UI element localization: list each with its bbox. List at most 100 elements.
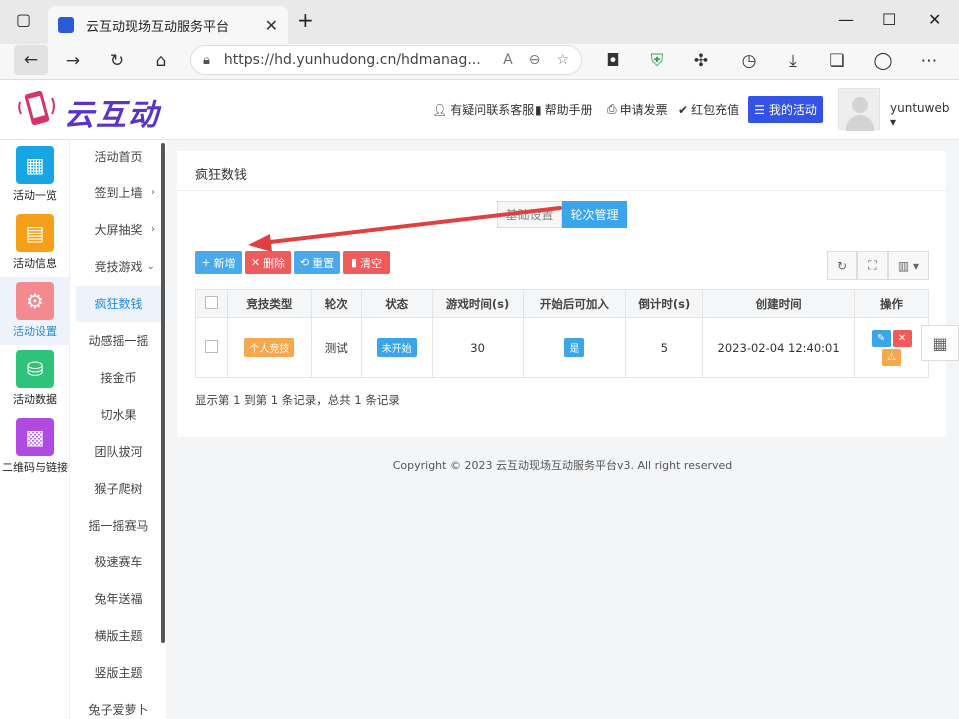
subnav-item[interactable]: 接金币 (76, 359, 161, 395)
refresh-icon: ↻ (836, 258, 848, 273)
username-dropdown[interactable]: yuntuweb ▾ (890, 101, 959, 129)
red-packet-link[interactable]: ✔ 红包充值 (678, 101, 739, 118)
sidebar-item-database[interactable]: ⛁ 活动数据 (0, 345, 70, 413)
subnav-item[interactable]: 极速赛车 (76, 544, 161, 580)
subnav-item[interactable]: 摇一摇赛马 (76, 507, 161, 543)
chevron-icon: › (151, 224, 155, 236)
subnav-item[interactable]: 竞技游戏 ⌄ (76, 249, 161, 285)
lock-icon: 🔒︎ (203, 52, 210, 68)
reset-button[interactable]: ⟲ 重置 (294, 251, 340, 274)
subnav-item[interactable]: 竖版主题 (76, 655, 161, 691)
subnav-item-label: 横版主题 (94, 629, 143, 644)
col-duration[interactable]: 游戏时间(s) (431, 289, 524, 318)
help-manual-link[interactable]: ▮ 帮助手册 (535, 101, 593, 118)
subnav-item[interactable]: 兔子爱萝卜 (76, 692, 161, 719)
subnav-item[interactable]: 切水果 (76, 396, 161, 432)
subnav-item[interactable]: 横版主题 (76, 618, 161, 654)
table-refresh-button[interactable]: ↻ (827, 251, 857, 280)
window-close-icon[interactable]: ✕ (928, 10, 941, 29)
subnav-item[interactable]: 团队拔河 (76, 433, 161, 469)
subnav-item[interactable]: 签到上墙 › (76, 175, 161, 211)
sidebar-item-document[interactable]: ▤ 活动信息 (0, 209, 70, 277)
sidebar-scrollbar[interactable] (161, 143, 165, 643)
select-all-cell (195, 289, 228, 318)
url-text[interactable]: https://hd.yunhudong.cn/hdmanag... (224, 52, 487, 68)
trash-icon: ▮ (350, 256, 358, 269)
favorite-icon[interactable]: ☆ (556, 52, 569, 68)
my-activity-label: 我的活动 (768, 103, 817, 117)
qrcode-float-button[interactable]: ▦ (921, 325, 959, 361)
subnav-item[interactable]: 猴子爬树 (76, 470, 161, 506)
subnav-item[interactable]: 动感摇一摇 (76, 323, 161, 359)
subnav-item[interactable]: 大屏抽奖 › (76, 212, 161, 248)
read-aloud-icon[interactable]: A (503, 52, 513, 68)
row-warning-button[interactable]: ⚠ (882, 348, 902, 366)
tab-actions-icon[interactable]: ▢ (16, 10, 31, 29)
back-icon[interactable]: ← (14, 45, 48, 75)
footer-copyright: Copyright © 2023 云互动现场互动服务平台v3. All righ… (392, 459, 733, 472)
shield-icon[interactable]: ⛨ (642, 49, 672, 73)
my-activity-button[interactable]: ☰ 我的活动 (748, 96, 823, 123)
tab-round-management[interactable]: 轮次管理 (562, 201, 627, 228)
tab-close-icon[interactable]: ✕ (265, 16, 278, 35)
invoice-link[interactable]: ⎙ 申请发票 (607, 101, 668, 118)
forward-icon[interactable]: → (58, 49, 88, 73)
table-fullscreen-button[interactable]: ⛶ (857, 251, 888, 280)
table-columns-button[interactable]: ▥ ▾ (888, 251, 929, 280)
col-created[interactable]: 创建时间 (702, 289, 856, 318)
subnav-item-label: 极速赛车 (94, 555, 143, 570)
delete-button[interactable]: ✕ 删除 (245, 251, 291, 274)
add-button[interactable]: + 新增 (195, 251, 242, 274)
extension-icon[interactable]: ◘ (598, 49, 628, 73)
sidebar-item-label: 活动设置 (13, 325, 57, 338)
new-tab-button[interactable]: + (297, 8, 314, 32)
subnav-item[interactable]: 活动首页 (76, 138, 161, 174)
round-cell: 测试 (310, 317, 362, 378)
collections-icon[interactable]: ❏ (822, 49, 852, 73)
contact-support-link[interactable]: 👤︎ 有疑问联系客服 (432, 101, 534, 118)
download-icon[interactable]: ⤓ (778, 49, 808, 73)
col-status[interactable]: 状态 (360, 289, 433, 318)
browser-tab[interactable]: 云互动现场互动服务平台 ✕ (48, 6, 288, 44)
grid-icon: ▦ (16, 146, 54, 184)
x-icon: ✕ (897, 332, 907, 344)
sidebar-item-label: 活动数据 (13, 393, 57, 406)
sidebar-item-label: 活动一览 (13, 189, 57, 202)
select-all-checkbox[interactable] (204, 295, 218, 309)
sidebar-item-gear[interactable]: ⚙ 活动设置 (0, 277, 70, 345)
document-icon: ▤ (16, 214, 54, 252)
created-cell: 2023-02-04 12:40:01 (702, 317, 856, 378)
zoom-icon[interactable]: ⊖ (529, 52, 541, 68)
col-countdown[interactable]: 倒计时(s) (625, 289, 704, 318)
address-bar[interactable]: 🔒︎ https://hd.yunhudong.cn/hdmanag... A … (190, 45, 582, 75)
subnav-item[interactable]: 疯狂数钱 (76, 285, 161, 322)
row-delete-button[interactable]: ✕ (892, 329, 912, 347)
rounds-table: 竞技类型 轮次 状态 游戏时间(s) 开始后可加入 倒计时(s) 创建时间 操作… (195, 289, 929, 378)
pencil-icon: ✎ (876, 332, 886, 344)
col-round[interactable]: 轮次 (310, 289, 362, 318)
help-manual-label: 帮助手册 (544, 103, 593, 117)
minimize-icon[interactable]: — (838, 10, 854, 29)
menu-icon[interactable]: ⋯ (914, 49, 944, 73)
subnav-item-label: 签到上墙 (94, 186, 143, 201)
sidebar-item-grid[interactable]: ▦ 活动一览 (0, 141, 70, 209)
col-type[interactable]: 竞技类型 (226, 289, 312, 318)
subnav-item-label: 猴子爬树 (94, 481, 143, 496)
avatar[interactable] (838, 88, 880, 131)
sidebar-item-qrcode[interactable]: ▩ 二维码与链接 (0, 413, 70, 481)
row-checkbox[interactable] (204, 339, 218, 353)
clear-button[interactable]: ▮ 清空 (343, 251, 390, 274)
tab-basic-settings[interactable]: 基础设置 (497, 201, 562, 228)
plus-icon: + (201, 256, 211, 269)
maximize-icon[interactable]: ☐ (882, 10, 896, 29)
history-icon[interactable]: ◷ (734, 49, 764, 73)
puzzle-icon[interactable]: ✣ (686, 49, 716, 73)
countdown-cell: 5 (625, 317, 704, 378)
refresh-icon[interactable]: ↻ (102, 49, 132, 73)
edit-button[interactable]: ✎ (871, 329, 891, 347)
home-icon[interactable]: ⌂ (146, 49, 176, 73)
subnav-item[interactable]: 兔年送福 (76, 581, 161, 617)
col-joinable[interactable]: 开始后可加入 (522, 289, 627, 318)
type-cell: 个人竞技 (226, 317, 312, 378)
profile-icon[interactable]: ◯ (868, 49, 898, 73)
